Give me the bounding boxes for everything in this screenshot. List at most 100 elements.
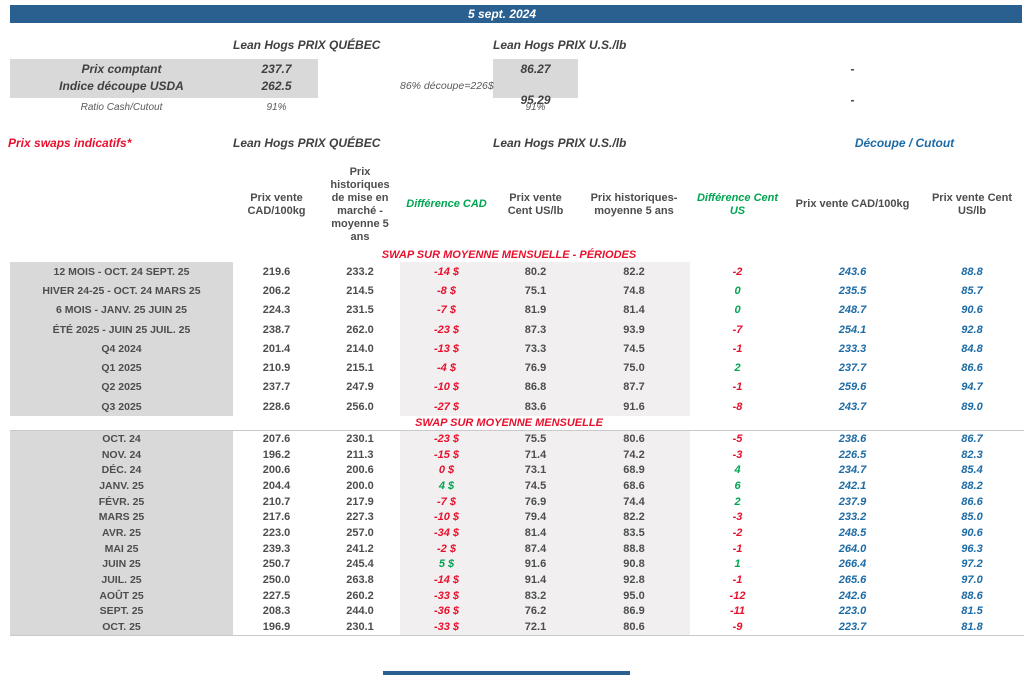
quebec-price-title: Lean Hogs PRIX QUÉBEC [233, 38, 381, 52]
section2-title: SWAP SUR MOYENNE MENSUELLE [415, 417, 603, 429]
cell-qc-hist-price: 260.2 [346, 589, 374, 602]
cell-diff-cad: -33 $ [400, 587, 493, 604]
cell-cutout-cad: 238.6 [838, 432, 867, 445]
cell-qc-sell-price: 204.4 [262, 479, 291, 492]
cell-cutout-us: 86.7 [961, 432, 983, 445]
cell-cutout-cad: 237.9 [838, 495, 867, 508]
cell-us-sell-price: 87.4 [493, 540, 578, 557]
ratio-label: Ratio Cash/Cutout [80, 102, 163, 114]
cutout-index-row: Indice découpe USDA 262.5 86% découpe=22… [10, 79, 1024, 107]
cell-qc-hist-price: 241.2 [346, 542, 374, 555]
cell-us-hist-price: 91.6 [578, 397, 690, 417]
cell-qc-hist-price: 257.0 [346, 526, 374, 539]
cell-cutout-us: 94.7 [961, 381, 983, 394]
cell-diff-us: -2 [732, 265, 743, 278]
cell-qc-hist-price: 262.0 [346, 323, 374, 336]
cell-qc-sell-price: 250.0 [262, 574, 291, 587]
cell-us-sell-price: 76.9 [493, 493, 578, 510]
cutout-note: 86% découpe=226$ [400, 79, 494, 92]
cell-qc-sell-price: 210.9 [262, 362, 291, 375]
cell-cutout-us: 89.0 [961, 400, 983, 413]
cell-diff-us: 0 [734, 284, 741, 297]
cell-qc-hist-price: 231.5 [346, 304, 374, 317]
cell-cutout-us: 81.8 [961, 621, 983, 634]
cell-us-hist-price: 82.2 [578, 509, 690, 526]
cell-qc-sell-price: 206.2 [262, 284, 291, 297]
cell-qc-hist-price: 200.6 [346, 464, 374, 477]
cell-us-sell-price: 75.5 [493, 431, 578, 447]
cell-us-sell-price: 80.2 [493, 262, 578, 282]
cell-us-hist-price: 95.0 [578, 587, 690, 604]
date-banner: 5 sept. 2024 [10, 5, 1022, 23]
cell-cutout-cad: 234.7 [838, 464, 867, 477]
table-row: 12 MOIS - OCT. 24 SEPT. 25 219.6 233.2 -14 … [10, 262, 1024, 282]
cell-cutout-us: 82.3 [961, 448, 983, 461]
cell-qc-hist-price: 217.9 [346, 495, 374, 508]
cell-cutout-us: 88.2 [961, 479, 983, 492]
cell-qc-hist-price: 200.0 [346, 479, 374, 492]
cell-diff-us: 4 [734, 464, 741, 477]
cell-qc-sell-price: 196.9 [262, 621, 291, 634]
table-row: AOÛT 25 227.5 260.2 -33 $83.2 95.0 -12 242.6 88… [10, 587, 1024, 604]
cell-period-label: MAI 25 [10, 540, 233, 557]
cell-diff-us: -1 [732, 574, 743, 587]
cell-cutout-us: 84.8 [961, 342, 983, 355]
cell-cutout-cad: 254.1 [838, 323, 867, 336]
cell-diff-cad: -34 $ [400, 525, 493, 541]
column-header: Prix vente Cent US/lb [507, 191, 564, 217]
section1-title: SWAP SUR MOYENNE MENSUELLE - PÉRIODES [381, 249, 637, 261]
cell-qc-sell-price: 239.3 [262, 542, 291, 555]
table-row: NOV. 24 196.2 211.3 -15 $71.4 74.2 -3 226.5 82.… [10, 446, 1024, 463]
cell-us-sell-price: 83.6 [493, 397, 578, 417]
column-header: Prix historiques- moyenne 5 ans [590, 191, 678, 217]
cell-qc-hist-price: 256.0 [346, 400, 374, 413]
cell-period-label: FÉVR. 25 [10, 493, 233, 510]
cell-cutout-cad: 264.0 [838, 542, 867, 555]
cell-period-label: HIVER 24-25 - OCT. 24 MARS 25 [10, 281, 233, 301]
cell-cutout-us: 88.8 [961, 265, 983, 278]
cell-cutout-cad: 235.5 [838, 284, 867, 297]
cell-cutout-us: 85.4 [961, 464, 983, 477]
cell-diff-us: 2 [734, 362, 741, 375]
table-row: MARS 25 217.6 227.3 -10 $79.4 82.2 -3 233.2 85.… [10, 509, 1024, 526]
cell-diff-cad: -36 $ [400, 603, 493, 620]
cell-cutout-cad: 243.7 [838, 400, 867, 413]
cell-us-sell-price: 73.1 [493, 462, 578, 479]
cell-diff-cad: -7 $ [400, 300, 493, 320]
cell-cutout-cad: 248.7 [838, 304, 867, 317]
us-price-title: Lean Hogs PRIX U.S./lb [493, 38, 627, 52]
table-row: Q3 2025 228.6 256.0 -27 $83.6 91.6 -8 243.7 89.… [10, 397, 1024, 417]
date-text: 5 sept. 2024 [467, 7, 537, 21]
cell-diff-cad: -23 $ [400, 319, 493, 340]
cell-period-label: SEPT. 25 [10, 603, 233, 620]
cell-cutout-cad: 243.6 [838, 265, 867, 278]
cell-us-sell-price: 73.3 [493, 339, 578, 359]
cell-diff-us: -11 [729, 605, 746, 618]
cell-qc-sell-price: 224.3 [262, 304, 291, 317]
cell-period-label: DÉC. 24 [10, 462, 233, 479]
table-row: JUIL. 25 250.0 263.8 -14 $91.4 92.8 -1 265.6 97… [10, 572, 1024, 588]
cell-cutout-us: 92.8 [961, 323, 983, 336]
cell-cutout-cad: 242.1 [838, 479, 867, 492]
cell-period-label: AOÛT 25 [10, 587, 233, 604]
cell-diff-cad: -2 $ [400, 540, 493, 557]
cell-us-hist-price: 68.6 [578, 478, 690, 494]
cell-cutout-us: 97.2 [961, 558, 983, 571]
cell-us-sell-price: 91.4 [493, 572, 578, 588]
column-header: Différence CAD [406, 198, 487, 211]
cell-qc-hist-price: 214.5 [346, 284, 374, 297]
table-row: MAI 25 239.3 241.2 -2 $87.4 88.8 -1 264.0 96.3 [10, 540, 1024, 557]
cell-diff-us: -3 [732, 448, 743, 461]
cell-diff-us: 1 [734, 558, 741, 571]
cell-qc-hist-price: 215.1 [346, 362, 374, 375]
column-header: Prix vente CAD/100kg [795, 198, 910, 211]
cell-qc-sell-price: 228.6 [262, 400, 291, 413]
cell-us-sell-price: 79.4 [493, 509, 578, 526]
cell-diff-cad: -7 $ [400, 493, 493, 510]
table-row: 6 MOIS - JANV. 25 JUIN 25 224.3 231.5 -7 $8… [10, 300, 1024, 320]
ratio-qc-value: 91% [266, 102, 287, 114]
cell-period-label: AVR. 25 [10, 525, 233, 541]
table-row: DÉC. 24 200.6 200.6 0 $73.1 68.9 4 234.7 85.4 [10, 462, 1024, 479]
cell-diff-cad: -27 $ [400, 397, 493, 417]
cell-diff-us: -1 [732, 342, 743, 355]
